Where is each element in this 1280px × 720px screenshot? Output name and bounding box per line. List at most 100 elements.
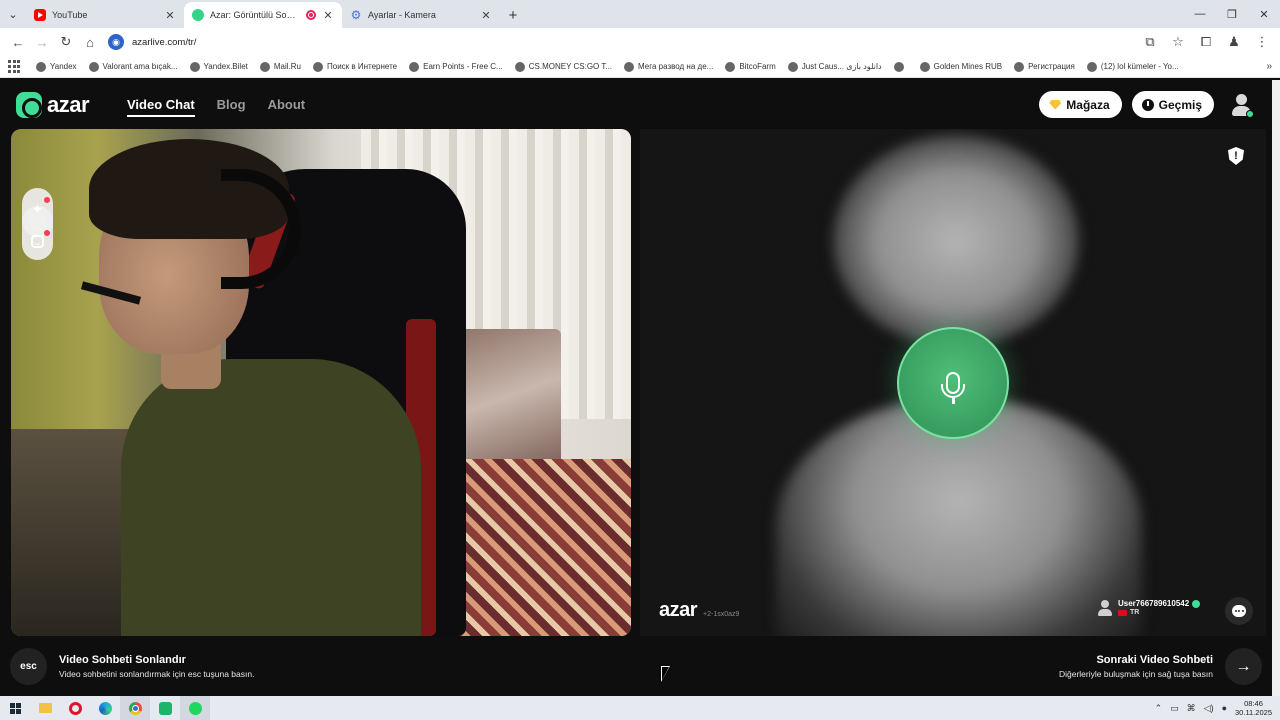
install-app-icon[interactable]: ⧉ [1138, 30, 1162, 54]
end-chat-hint: Video sohbetini sonlandırmak için esc tu… [59, 669, 255, 679]
history-label: Geçmiş [1158, 97, 1202, 112]
notification-dot [44, 197, 50, 203]
volume-icon[interactable]: ◁) [1204, 703, 1214, 714]
url-field[interactable]: ◉ azarlive.com/tr/ [108, 31, 1138, 53]
taskbar-app[interactable] [150, 696, 180, 720]
close-tab-icon[interactable]: ✕ [322, 9, 334, 22]
bookmark-item[interactable]: Yandex [36, 61, 77, 72]
bookmark-item[interactable]: Регистрация [1014, 61, 1075, 72]
bookmark-item[interactable]: Earn Points - Free C... [409, 61, 503, 72]
voice-indicator [897, 327, 1009, 439]
azar-logo[interactable]: azar [16, 92, 90, 118]
url-text: azarlive.com/tr/ [132, 36, 197, 48]
taskbar-opera[interactable] [60, 696, 90, 720]
azar-logo-icon [16, 92, 42, 118]
address-bar: ← → ↻ ⌂ ◉ azarlive.com/tr/ ⧉ ☆ ⧠ ♟ ⋮ [0, 28, 1280, 56]
tab-azar[interactable]: Azar: Görüntülü Sohbet, Ye ✕ [184, 2, 342, 28]
store-button[interactable]: Mağaza [1039, 91, 1122, 118]
network-icon[interactable]: ⌘ [1187, 703, 1196, 714]
more-bookmarks-icon[interactable]: » [1266, 61, 1272, 72]
taskbar-spotify[interactable] [180, 696, 210, 720]
report-icon: ! [1234, 149, 1238, 162]
tab-title: Ayarlar - Kamera [368, 10, 436, 20]
next-chat-button[interactable]: → [1225, 648, 1262, 685]
apps-grid-icon[interactable] [8, 59, 22, 74]
close-tab-icon[interactable]: ✕ [164, 9, 176, 22]
taskbar-edge[interactable] [90, 696, 120, 720]
bookmark-item[interactable]: Поиск в Интернете [313, 61, 397, 72]
start-button[interactable] [0, 696, 30, 720]
tray-chevron-icon[interactable]: ⌃ [1155, 703, 1163, 714]
forward-icon[interactable]: → [30, 30, 54, 54]
next-chat-control: Sonraki Video Sohbeti Diğerleriyle buluş… [1059, 648, 1262, 685]
next-chat-hint: Diğerleriyle buluşmak için sağ tuşa bası… [1058, 669, 1213, 679]
menu-icon[interactable]: ⋮ [1250, 30, 1274, 54]
session-code: +2-1sx0az9 [703, 611, 740, 618]
bookmark-item[interactable]: CS.MONEY CS:GO T... [514, 61, 612, 72]
browser-tab-strip: ⌄ YouTube ✕ Azar: Görüntülü Sohbet, Ye ✕… [0, 0, 1280, 28]
edge-icon [98, 701, 112, 715]
bookmark-item[interactable]: Just Caus... دانلود بازی [787, 61, 882, 72]
profile-icon[interactable]: ♟ [1222, 30, 1246, 54]
main-nav: Video Chat Blog About [127, 97, 305, 117]
minimize-icon[interactable]: — [1184, 0, 1216, 28]
tab-title: YouTube [52, 10, 88, 20]
bookmark-item[interactable]: (12) lol kümeler - Yo... [1086, 61, 1179, 72]
chat-bubble-icon [1232, 605, 1246, 617]
online-status-dot [1246, 109, 1254, 118]
tab-settings-camera[interactable]: ⚙ Ayarlar - Kamera ✕ [342, 2, 500, 28]
taskbar-chrome[interactable] [120, 696, 150, 720]
gear-icon: ⚙ [350, 8, 362, 22]
partner-profile[interactable]: User766789610542 TR [1098, 599, 1201, 616]
face-filter-button[interactable] [22, 226, 53, 257]
taskbar-file-explorer[interactable] [30, 696, 60, 720]
close-window-icon[interactable]: ✕ [1248, 0, 1280, 28]
battery-icon[interactable]: ▭ [1170, 703, 1179, 714]
close-tab-icon[interactable]: ✕ [480, 9, 492, 22]
user-avatar[interactable] [1230, 92, 1254, 118]
notification-dot [44, 230, 50, 236]
restore-icon[interactable]: ❐ [1216, 0, 1248, 28]
bookmark-item[interactable]: BitcoFarm [725, 61, 776, 72]
turkey-flag-icon [1118, 609, 1127, 616]
partner-username: User766789610542 [1118, 599, 1190, 608]
folder-icon [38, 703, 52, 713]
azar-watermark: azar +2-1sx0az9 [659, 599, 739, 622]
partner-placeholder-head [833, 135, 1079, 347]
system-clock[interactable]: 08:46 30.11.2025 [1235, 699, 1272, 717]
home-icon[interactable]: ⌂ [78, 30, 102, 54]
microphone-tray-icon[interactable]: ● [1222, 703, 1227, 713]
tab-youtube[interactable]: YouTube ✕ [26, 2, 184, 28]
bookmark-item[interactable]: Мега развод на де... [624, 61, 713, 72]
self-camera-view [11, 129, 631, 636]
partner-avatar-icon [1098, 599, 1112, 616]
report-button[interactable]: ! [1228, 147, 1244, 165]
bookmark-item[interactable]: Mail.Ru [259, 61, 301, 72]
end-chat-button[interactable]: esc [10, 648, 47, 685]
new-tab-button[interactable]: + [500, 2, 526, 28]
nav-video-chat[interactable]: Video Chat [127, 97, 195, 117]
history-button[interactable]: Geçmiş [1131, 91, 1214, 118]
bookmark-item[interactable]: Golden Mines RUB [919, 61, 1002, 72]
bookmark-item[interactable] [893, 61, 908, 72]
logo-text: azar [47, 92, 90, 117]
end-chat-control: esc Video Sohbeti Sonlandır Video sohbet… [10, 648, 254, 685]
back-icon[interactable]: ← [6, 30, 30, 54]
tab-search-button[interactable]: ⌄ [0, 0, 26, 28]
bookmark-star-icon[interactable]: ☆ [1166, 30, 1190, 54]
bookmark-item[interactable]: Yandex.Bilet [189, 61, 248, 72]
youtube-icon [34, 9, 46, 21]
chrome-icon [128, 701, 142, 715]
azar-icon [192, 9, 204, 21]
chat-button[interactable] [1225, 597, 1253, 625]
effects-button[interactable]: ✦ [22, 193, 53, 224]
effects-toolbar: ✦ [22, 188, 53, 260]
reload-icon[interactable]: ↻ [54, 30, 78, 54]
nav-blog[interactable]: Blog [217, 97, 246, 117]
site-info-icon[interactable]: ◉ [108, 34, 124, 50]
verified-badge-icon [1192, 599, 1201, 608]
page-scrollbar[interactable] [1272, 80, 1280, 696]
nav-about[interactable]: About [268, 97, 306, 117]
extensions-icon[interactable]: ⧠ [1194, 30, 1218, 54]
bookmark-item[interactable]: Valorant ama bıçak... [88, 61, 178, 72]
